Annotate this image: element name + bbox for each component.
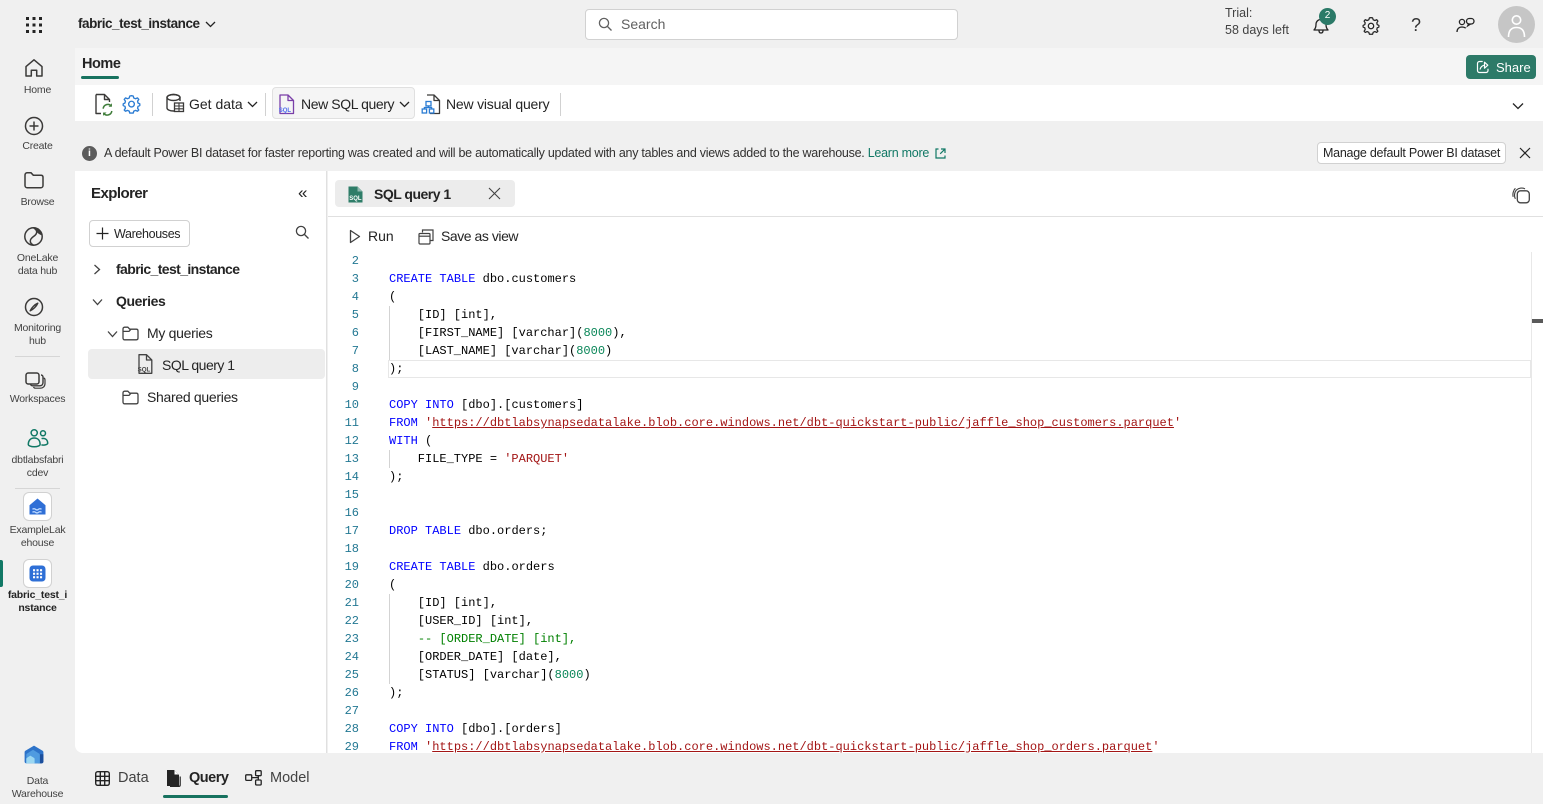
svg-text:SQL: SQL (279, 108, 292, 114)
svg-text:SQL: SQL (138, 367, 151, 374)
svg-text:SQL: SQL (349, 196, 362, 202)
